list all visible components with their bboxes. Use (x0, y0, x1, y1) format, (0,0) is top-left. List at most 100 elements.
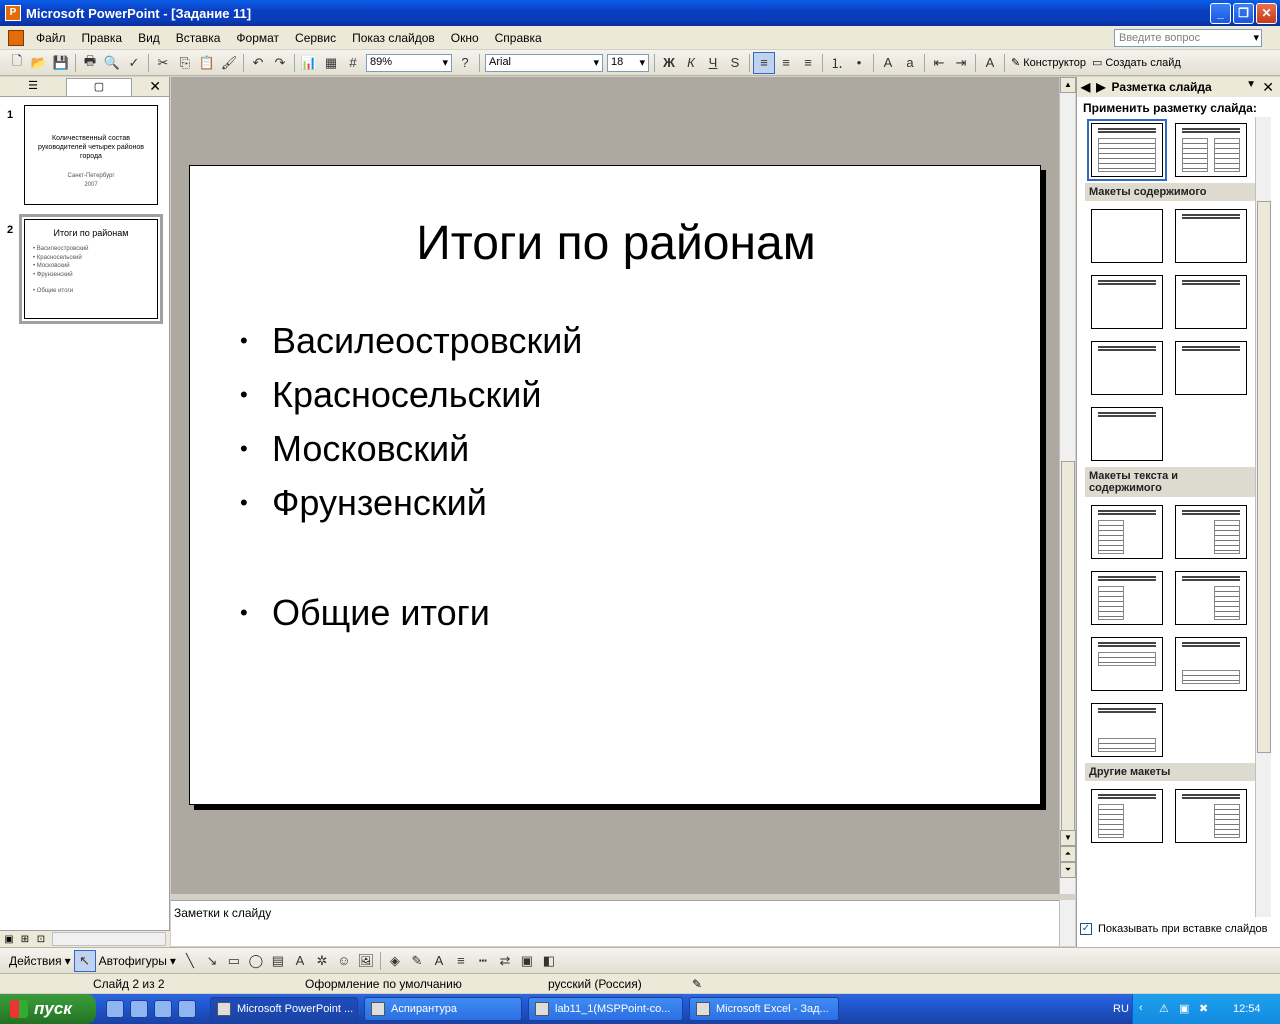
normal-view-icon[interactable]: ▣ (2, 932, 16, 946)
back-icon[interactable]: ◀ (1081, 80, 1090, 94)
menu-help[interactable]: Справка (487, 31, 550, 45)
layout-two-column-text[interactable] (1175, 123, 1247, 177)
3d-style-icon[interactable]: ◧ (538, 950, 560, 972)
layout-content-and-text[interactable] (1175, 505, 1247, 559)
bold-button[interactable]: Ж (658, 52, 680, 74)
taskbar-item-word[interactable]: lab11_1(MSPPoint-co... (528, 997, 683, 1021)
decrease-font-icon[interactable]: a (899, 52, 921, 74)
slide-bullet-list[interactable]: • Василеостровский • Красносельский • Моско… (240, 314, 582, 640)
minimize-button[interactable]: _ (1210, 2, 1231, 24)
save-icon[interactable]: 💾 (50, 52, 72, 74)
layout-title-content[interactable] (1091, 275, 1163, 329)
tray-warning-icon[interactable]: ⚠ (1159, 1002, 1173, 1016)
tab-slides[interactable]: ▢ (66, 78, 132, 96)
insert-chart-icon[interactable]: 📊 (298, 52, 320, 74)
arrow-style-icon[interactable]: ⇄ (494, 950, 516, 972)
redo-icon[interactable]: ↷ (269, 52, 291, 74)
decrease-indent-icon[interactable]: ⇤ (928, 52, 950, 74)
language-indicator[interactable]: RU (1113, 1003, 1129, 1015)
copy-icon[interactable]: ⎘ (174, 52, 196, 74)
restore-button[interactable]: ❐ (1233, 2, 1254, 24)
line-color-icon[interactable]: ✎ (406, 950, 428, 972)
layout-clipart-and-text[interactable] (1175, 789, 1247, 843)
slideshow-icon[interactable]: ⊡ (34, 932, 48, 946)
format-painter-icon[interactable]: 🖌 (218, 52, 240, 74)
diagram-icon[interactable]: ✲ (311, 950, 333, 972)
spellcheck-status-icon[interactable]: ✎ (692, 977, 702, 991)
layout-text-two-content[interactable] (1091, 571, 1163, 625)
slide-vertical-scrollbar[interactable]: ▲ ▼ ⏶ ⏷ (1059, 77, 1076, 894)
picture-icon[interactable]: 🖼 (355, 950, 377, 972)
tab-outline[interactable]: ☰ (0, 78, 66, 96)
line-icon[interactable]: ╲ (179, 950, 201, 972)
clipart-icon[interactable]: ☺ (333, 950, 355, 972)
layout-text-over-content[interactable] (1091, 637, 1163, 691)
fill-color-icon[interactable]: ◈ (384, 950, 406, 972)
arrow-icon[interactable]: ↘ (201, 950, 223, 972)
layout-text-and-clipart[interactable] (1091, 789, 1163, 843)
zoom-select[interactable]: 89% (366, 53, 452, 72)
insert-table-icon[interactable]: ▦ (320, 52, 342, 74)
font-select[interactable]: Arial (485, 53, 603, 72)
menu-edit[interactable]: Правка (74, 31, 131, 45)
help-search-input[interactable]: Введите вопрос (1114, 29, 1262, 47)
increase-font-icon[interactable]: A (877, 52, 899, 74)
notes-scrollbar[interactable] (1059, 900, 1075, 946)
next-slide-icon[interactable]: ⏷ (1060, 862, 1076, 878)
new-icon[interactable]: 🗋 (6, 52, 28, 74)
drawing-font-color-icon[interactable]: A (428, 950, 450, 972)
bullets-icon[interactable]: • (848, 52, 870, 74)
designer-button[interactable]: ✎ Конструктор (1008, 56, 1089, 70)
powerpoint-app-icon[interactable]: P (5, 5, 21, 21)
outlook-icon[interactable] (130, 1000, 148, 1018)
slide-title[interactable]: Итоги по районам (190, 216, 1042, 271)
layout-four-content[interactable] (1091, 341, 1163, 395)
notes-pane[interactable]: Заметки к слайду (171, 900, 1059, 946)
horizontal-scrollbar[interactable] (52, 932, 166, 946)
explorer-icon[interactable] (178, 1000, 196, 1018)
help-icon[interactable]: ? (454, 52, 476, 74)
scroll-down-icon[interactable]: ▼ (1060, 830, 1076, 846)
layout-two-content[interactable] (1175, 275, 1247, 329)
slide-thumbnail-1[interactable]: Количественный состав руководителей четы… (24, 105, 158, 205)
menu-window[interactable]: Окно (443, 31, 487, 45)
new-slide-button[interactable]: ▭ Создать слайд (1089, 56, 1184, 70)
layout-text-and-content[interactable] (1091, 505, 1163, 559)
menu-tools[interactable]: Сервис (287, 31, 344, 45)
rectangle-icon[interactable]: ▭ (223, 950, 245, 972)
shadow-style-icon[interactable]: ▣ (516, 950, 538, 972)
dash-style-icon[interactable]: ┅ (472, 950, 494, 972)
open-icon[interactable]: 📂 (28, 52, 50, 74)
align-center-icon[interactable]: ≡ (775, 52, 797, 74)
slide-sorter-icon[interactable]: ⊞ (18, 932, 32, 946)
wordart-icon[interactable]: A (289, 950, 311, 972)
task-pane-dropdown-icon[interactable]: ▼ (1246, 79, 1256, 90)
media-player-icon[interactable] (154, 1000, 172, 1018)
font-size-select[interactable]: 18 (607, 53, 649, 72)
textbox-icon[interactable]: ▤ (267, 950, 289, 972)
layout-title-and-text[interactable] (1087, 119, 1167, 181)
layout-title-two-content-stack[interactable] (1175, 341, 1247, 395)
tray-app-icon[interactable]: ▣ (1179, 1002, 1193, 1016)
show-on-insert-checkbox[interactable]: ✓ (1080, 923, 1092, 935)
show-grid-icon[interactable]: # (342, 52, 364, 74)
layout-content[interactable] (1175, 209, 1247, 263)
line-style-icon[interactable]: ≡ (450, 950, 472, 972)
task-pane-close-icon[interactable]: ✕ (1262, 79, 1274, 96)
show-on-insert-option[interactable]: ✓ Показывать при вставке слайдов (1080, 920, 1280, 938)
autoshapes-menu-button[interactable]: Автофигуры ▾ (96, 954, 179, 968)
ie-icon[interactable] (106, 1000, 124, 1018)
select-pointer-icon[interactable]: ↖ (73, 949, 96, 972)
undo-icon[interactable]: ↶ (247, 52, 269, 74)
start-button[interactable]: пуск (0, 994, 96, 1024)
oval-icon[interactable]: ◯ (245, 950, 267, 972)
tray-arrow-icon[interactable]: ‹ (1139, 1002, 1153, 1016)
prev-slide-icon[interactable]: ⏶ (1060, 846, 1076, 862)
numbering-icon[interactable]: ⒈ (826, 52, 848, 74)
document-icon[interactable] (8, 29, 24, 46)
scroll-up-icon[interactable]: ▲ (1060, 77, 1076, 93)
slide-thumbnail-2[interactable]: Итоги по районам • Василеостровский • Кр… (19, 214, 163, 324)
paste-icon[interactable]: 📋 (196, 52, 218, 74)
increase-indent-icon[interactable]: ⇥ (950, 52, 972, 74)
taskbar-item-powerpoint[interactable]: Microsoft PowerPoint ... (210, 997, 358, 1021)
